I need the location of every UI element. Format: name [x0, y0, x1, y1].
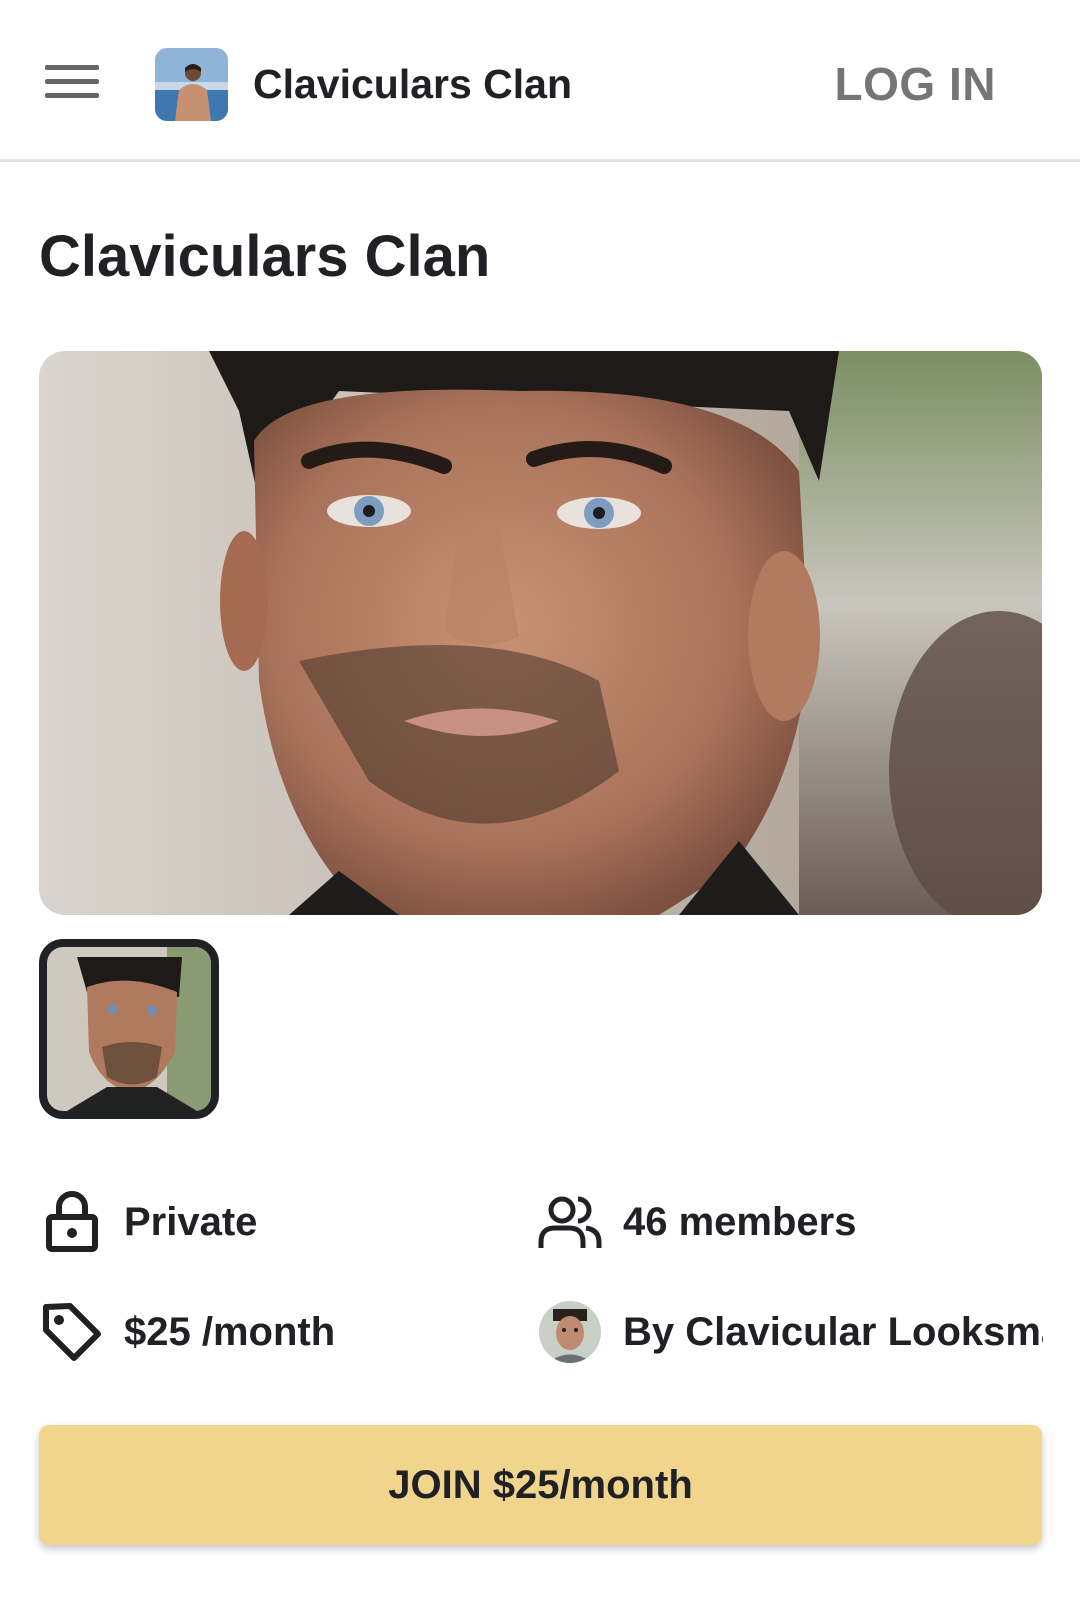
login-button[interactable]: LOG IN [835, 56, 996, 112]
creator-avatar[interactable] [537, 1299, 603, 1365]
privacy-info: Private [39, 1187, 257, 1257]
hero-image[interactable] [39, 351, 1042, 915]
privacy-label: Private [124, 1199, 258, 1244]
members-count: 46 members [623, 1199, 857, 1244]
creator-name[interactable]: By Clavicular Looksmaxxing [623, 1310, 1043, 1355]
price-label: $25 /month [124, 1309, 336, 1354]
gallery-thumbnail[interactable] [39, 939, 219, 1119]
lock-icon [39, 1189, 105, 1255]
page-title: Claviculars Clan [39, 224, 491, 289]
members-info: 46 members [537, 1187, 856, 1257]
price-tag-icon [39, 1299, 105, 1365]
community-avatar[interactable] [155, 48, 228, 121]
hamburger-menu-icon[interactable] [42, 62, 100, 102]
creator-info[interactable]: By Clavicular Looksmaxxing [537, 1297, 1043, 1367]
top-app-bar: Claviculars Clan LOG IN [0, 0, 1080, 162]
users-icon [537, 1189, 603, 1255]
join-button[interactable]: JOIN $25/month [39, 1425, 1042, 1545]
community-name[interactable]: Claviculars Clan [253, 58, 572, 110]
price-info: $25 /month [39, 1297, 335, 1367]
